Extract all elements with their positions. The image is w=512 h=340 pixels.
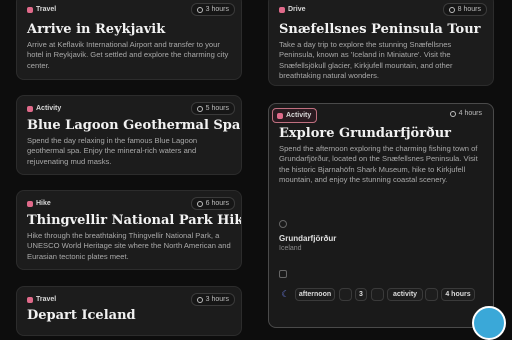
category-tag-label: Activity <box>36 105 62 112</box>
tag-icon <box>27 200 33 207</box>
category-tag: Travel <box>23 3 61 16</box>
category-tag-label: Hike <box>36 200 51 207</box>
tag-icon <box>279 6 285 13</box>
day-icon <box>339 288 352 301</box>
category-tag: Drive <box>275 3 311 16</box>
itinerary-card[interactable]: Hike 6 hours Thingvellir National Park H… <box>16 190 242 270</box>
location-pin-icon <box>279 220 287 228</box>
category-tag-label: Travel <box>36 6 57 13</box>
day-chip: 3 <box>355 288 367 301</box>
category-chip: activity <box>387 288 423 301</box>
floating-action-button[interactable] <box>472 306 506 340</box>
card-description: Hike through the breathtaking Thingvelli… <box>27 231 231 261</box>
itinerary-card[interactable]: Travel 3 hours Arrive in Reykjavik Arriv… <box>16 0 242 80</box>
duration-badge: 5 hours <box>190 102 235 115</box>
category-tag-label: Drive <box>288 6 306 13</box>
duration-badge: 4 hours <box>445 108 487 119</box>
category-tag: Hike <box>23 197 56 210</box>
duration-label: 3 hours <box>205 6 229 13</box>
clock-icon <box>196 105 203 112</box>
duration-label: 5 hours <box>205 105 229 112</box>
category-tag-label: Activity <box>286 112 312 119</box>
clock-icon <box>196 296 203 303</box>
card-description: Spend the day relaxing in the famous Blu… <box>27 136 198 166</box>
clock-icon <box>425 288 438 301</box>
card-title: Depart Iceland <box>27 308 136 323</box>
duration-label: 8 hours <box>457 6 481 13</box>
duration-chip: 4 hours <box>441 288 475 301</box>
card-title: Arrive in Reykjavik <box>27 22 166 37</box>
card-title: Explore Grundarfjörður <box>279 126 452 141</box>
category-tag-label: Travel <box>36 296 57 303</box>
card-title: Thingvellir National Park Hike <box>27 213 242 228</box>
clock-icon <box>196 6 203 13</box>
category-icon <box>371 288 384 301</box>
duration-badge: 3 hours <box>190 3 235 16</box>
tag-icon <box>27 105 33 112</box>
duration-label: 4 hours <box>458 110 482 117</box>
itinerary-card[interactable]: Drive 8 hours Snæfellsnes Peninsula Tour… <box>268 0 494 86</box>
category-tag: Activity <box>23 102 66 115</box>
category-tag: Travel <box>23 293 61 306</box>
card-description: Take a day trip to explore the stunning … <box>279 40 453 81</box>
itinerary-card-expanded[interactable]: Activity 4 hours Explore Grundarfjörður … <box>268 103 494 328</box>
itinerary-card[interactable]: Activity 5 hours Blue Lagoon Geothermal … <box>16 95 242 175</box>
duration-label: 6 hours <box>205 200 229 207</box>
duration-badge: 3 hours <box>190 293 235 306</box>
clock-icon <box>196 200 203 207</box>
category-tag[interactable]: Activity <box>272 108 318 123</box>
card-title: Blue Lagoon Geothermal Spa <box>27 118 241 133</box>
card-description: Arrive at Keflavik International Airport… <box>27 40 229 70</box>
clock-icon <box>448 6 455 13</box>
itinerary-card[interactable]: Travel 3 hours Depart Iceland <box>16 286 242 336</box>
tag-icon <box>277 112 283 119</box>
clock-icon <box>449 110 456 117</box>
card-description: Spend the afternoon exploring the charmi… <box>279 144 478 185</box>
time-of-day-chip: afternoon <box>295 288 335 301</box>
duration-badge: 8 hours <box>442 3 487 16</box>
duration-badge: 6 hours <box>190 197 235 210</box>
card-title: Snæfellsnes Peninsula Tour <box>279 22 481 37</box>
calendar-icon <box>279 270 287 278</box>
tag-icon <box>27 296 33 303</box>
duration-label: 3 hours <box>205 296 229 303</box>
time-of-day-icon: ☾ <box>281 289 290 299</box>
location-country: Iceland <box>279 245 302 252</box>
location-name: Grundarfjörður <box>279 234 337 243</box>
tag-icon <box>27 6 33 13</box>
